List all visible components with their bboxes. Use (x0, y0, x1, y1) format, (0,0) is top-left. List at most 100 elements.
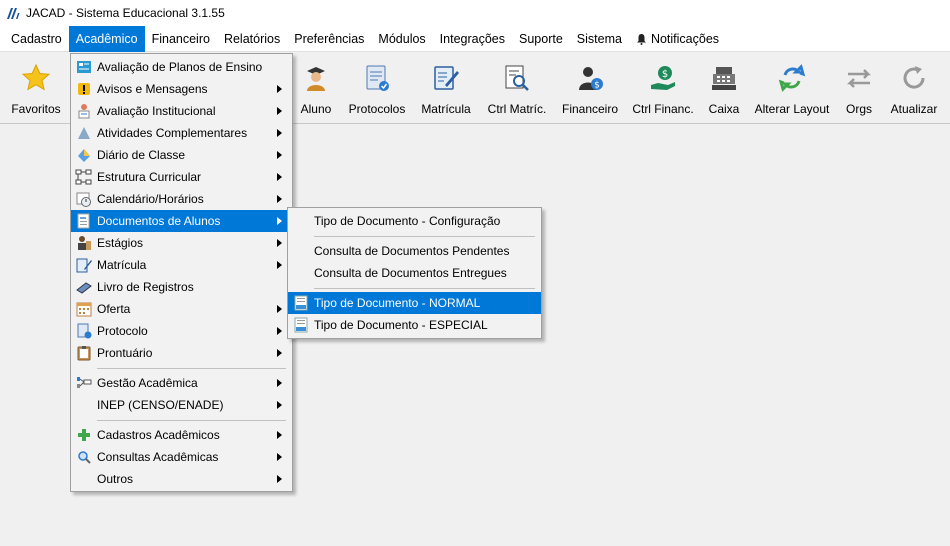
submenu-item-consulta-entregues[interactable]: Consulta de Documentos Entregues (288, 262, 541, 284)
menu-integracoes[interactable]: Integrações (433, 26, 512, 52)
menu-item-diario[interactable]: Diário de Classe (71, 144, 292, 166)
toolbar-label: Protocolos (348, 102, 406, 116)
chevron-right-icon (277, 107, 282, 115)
submenu-item-consulta-pendentes[interactable]: Consulta de Documentos Pendentes (288, 240, 541, 262)
submenu-item-tipo-configuracao[interactable]: Tipo de Documento - Configuração (288, 210, 541, 232)
menu-suporte[interactable]: Suporte (512, 26, 570, 52)
toolbar-caixa[interactable]: Caixa (704, 62, 744, 118)
menu-item-avisos[interactable]: Avisos e Mensagens (71, 78, 292, 100)
cash-register-icon (712, 67, 736, 90)
book-icon (76, 282, 92, 294)
menu-item-protocolo[interactable]: Protocolo (71, 320, 292, 342)
menu-item-avaliacao-institucional[interactable]: Avaliação Institucional (71, 100, 292, 122)
menu-relatorios[interactable]: Relatórios (217, 26, 287, 52)
enrollment-icon (434, 66, 459, 90)
refresh-layout-icon (778, 64, 806, 92)
toolbar-label: Caixa (708, 102, 740, 116)
toolbar-label: Favoritos (11, 102, 61, 116)
doc-type-icon (294, 295, 308, 311)
evaluation-icon (78, 104, 90, 119)
menu-cadastro[interactable]: Cadastro (4, 26, 69, 52)
menu-item-consultas-academicas[interactable]: Consultas Acadêmicas (71, 446, 292, 468)
toolbar-alterar-layout[interactable]: Alterar Layout (752, 62, 832, 118)
toolbar-atualizar[interactable]: Atualizar (888, 62, 940, 118)
toolbar-orgs[interactable]: Orgs (840, 62, 878, 118)
calendar-clock-icon (76, 192, 91, 207)
chevron-right-icon (277, 379, 282, 387)
diary-icon (78, 149, 90, 162)
menu-item-outros[interactable]: Outros (71, 468, 292, 490)
svg-text:$: $ (662, 69, 668, 80)
chevron-right-icon (277, 217, 282, 225)
menu-separator (71, 364, 292, 372)
activities-icon (78, 127, 90, 139)
menu-bar: Cadastro Acadêmico Financeiro Relatórios… (0, 25, 950, 52)
chevron-right-icon (277, 453, 282, 461)
menu-item-cadastros-academicos[interactable]: Cadastros Acadêmicos (71, 424, 292, 446)
chevron-right-icon (277, 151, 282, 159)
menu-notificacoes[interactable]: Notificações (629, 26, 726, 52)
star-icon (21, 63, 51, 91)
menu-academico[interactable]: Acadêmico (68, 25, 145, 52)
menu-item-estrutura[interactable]: Estrutura Curricular (71, 166, 292, 188)
chevron-right-icon (277, 129, 282, 137)
notifications-label: Notificações (650, 31, 720, 46)
internship-icon (78, 236, 91, 250)
toolbar-label: Atualizar (890, 102, 938, 116)
plan-icon (77, 61, 91, 73)
chevron-right-icon (277, 401, 282, 409)
menu-preferencias[interactable]: Preferências (287, 26, 371, 52)
structure-icon (75, 169, 92, 185)
protocol-icon (77, 323, 92, 339)
chevron-right-icon (277, 475, 282, 483)
reload-icon (903, 66, 925, 89)
menu-item-livro-registros[interactable]: Livro de Registros (71, 276, 292, 298)
chevron-right-icon (277, 85, 282, 93)
clipboard-icon (77, 346, 91, 361)
menu-item-prontuario[interactable]: Prontuário (71, 342, 292, 364)
menu-item-oferta[interactable]: Oferta (71, 298, 292, 320)
academic-menu: Avaliação de Planos de Ensino Avisos e M… (70, 53, 293, 492)
menu-item-inep[interactable]: INEP (CENSO/ENADE) (71, 394, 292, 416)
title-bar: JACAD - Sistema Educacional 3.1.55 (0, 0, 950, 26)
chevron-right-icon (277, 195, 282, 203)
menu-separator (288, 232, 541, 240)
menu-separator (288, 284, 541, 292)
toolbar-label: Matrícula (421, 102, 471, 116)
toolbar-label: Ctrl Financ. (632, 102, 694, 116)
chevron-right-icon (277, 431, 282, 439)
chevron-right-icon (277, 305, 282, 313)
plus-icon (78, 429, 90, 441)
menu-item-documentos-alunos[interactable]: Documentos de Alunos (71, 210, 292, 232)
submenu-item-tipo-especial[interactable]: Tipo de Documento - ESPECIAL (288, 314, 541, 336)
menu-item-matricula[interactable]: Matrícula (71, 254, 292, 276)
toolbar-label: Aluno (300, 102, 332, 116)
swap-arrows-icon (846, 69, 872, 88)
money-hand-icon: $ (651, 66, 675, 90)
menu-financeiro[interactable]: Financeiro (145, 26, 217, 52)
toolbar-financeiro[interactable]: $ Financeiro (560, 62, 620, 118)
toolbar-label: Orgs (845, 102, 872, 116)
documents-submenu: Tipo de Documento - Configuração Consult… (287, 207, 542, 339)
toolbar-protocolos[interactable]: Protocolos (346, 62, 408, 118)
toolbar-ctrl-financ[interactable]: $ Ctrl Financ. (630, 62, 696, 118)
protocol-icon (366, 65, 389, 91)
student-icon (307, 67, 325, 91)
chevron-right-icon (277, 349, 282, 357)
menu-item-atividades[interactable]: Atividades Complementares (71, 122, 292, 144)
bell-icon (636, 33, 646, 45)
toolbar-matricula[interactable]: Matrícula (418, 62, 474, 118)
menu-item-gestao[interactable]: Gestão Acadêmica (71, 372, 292, 394)
menu-item-avaliacao-planos[interactable]: Avaliação de Planos de Ensino (71, 56, 292, 78)
documents-icon (77, 213, 90, 229)
toolbar-ctrl-matric[interactable]: Ctrl Matríc. (484, 62, 550, 118)
menu-item-estagios[interactable]: Estágios (71, 232, 292, 254)
submenu-item-tipo-normal[interactable]: Tipo de Documento - NORMAL (288, 292, 541, 314)
magnifier-icon (78, 451, 91, 464)
toolbar-aluno[interactable]: Aluno (296, 62, 336, 118)
toolbar-favoritos[interactable]: Favoritos (8, 62, 64, 118)
menu-item-calendario[interactable]: Calendário/Horários (71, 188, 292, 210)
menu-sistema[interactable]: Sistema (570, 26, 629, 52)
menu-modulos[interactable]: Módulos (371, 26, 432, 52)
offer-calendar-icon (76, 302, 92, 317)
